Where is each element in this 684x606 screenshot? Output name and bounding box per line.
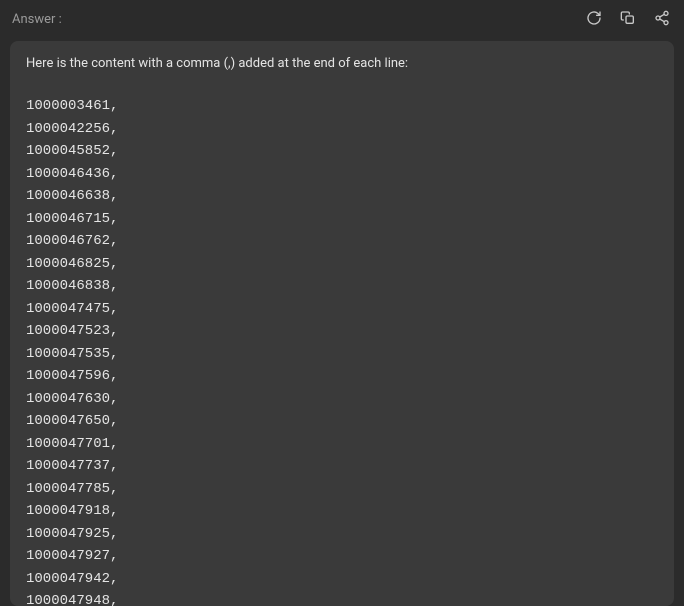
number-line: 1000047475,	[26, 298, 658, 321]
number-list: 1000003461,1000042256,1000045852,1000046…	[26, 95, 658, 606]
header-actions	[584, 8, 672, 31]
number-line: 1000046838,	[26, 275, 658, 298]
answer-label: Answer :	[12, 12, 62, 27]
intro-text: Here is the content with a comma (,) add…	[26, 55, 658, 73]
share-button[interactable]	[652, 8, 672, 31]
number-line: 1000047650,	[26, 410, 658, 433]
refresh-icon	[586, 10, 602, 29]
number-line: 1000047927,	[26, 545, 658, 568]
number-line: 1000047942,	[26, 568, 658, 591]
number-line: 1000046436,	[26, 163, 658, 186]
copy-icon	[620, 10, 636, 29]
number-line: 1000046638,	[26, 185, 658, 208]
number-line: 1000003461,	[26, 95, 658, 118]
copy-button[interactable]	[618, 8, 638, 31]
number-line: 1000047701,	[26, 433, 658, 456]
number-line: 1000042256,	[26, 118, 658, 141]
number-line: 1000045852,	[26, 140, 658, 163]
number-line: 1000047535,	[26, 343, 658, 366]
answer-header: Answer :	[0, 0, 684, 37]
number-line: 1000047523,	[26, 320, 658, 343]
number-line: 1000047918,	[26, 500, 658, 523]
number-line: 1000047925,	[26, 523, 658, 546]
number-line: 1000046762,	[26, 230, 658, 253]
number-line: 1000047785,	[26, 478, 658, 501]
share-icon	[654, 10, 670, 29]
number-line: 1000047630,	[26, 388, 658, 411]
number-line: 1000046825,	[26, 253, 658, 276]
refresh-button[interactable]	[584, 8, 604, 31]
number-line: 1000047948,	[26, 590, 658, 606]
number-line: 1000046715,	[26, 208, 658, 231]
number-line: 1000047737,	[26, 455, 658, 478]
answer-content: Here is the content with a comma (,) add…	[10, 41, 674, 606]
number-line: 1000047596,	[26, 365, 658, 388]
